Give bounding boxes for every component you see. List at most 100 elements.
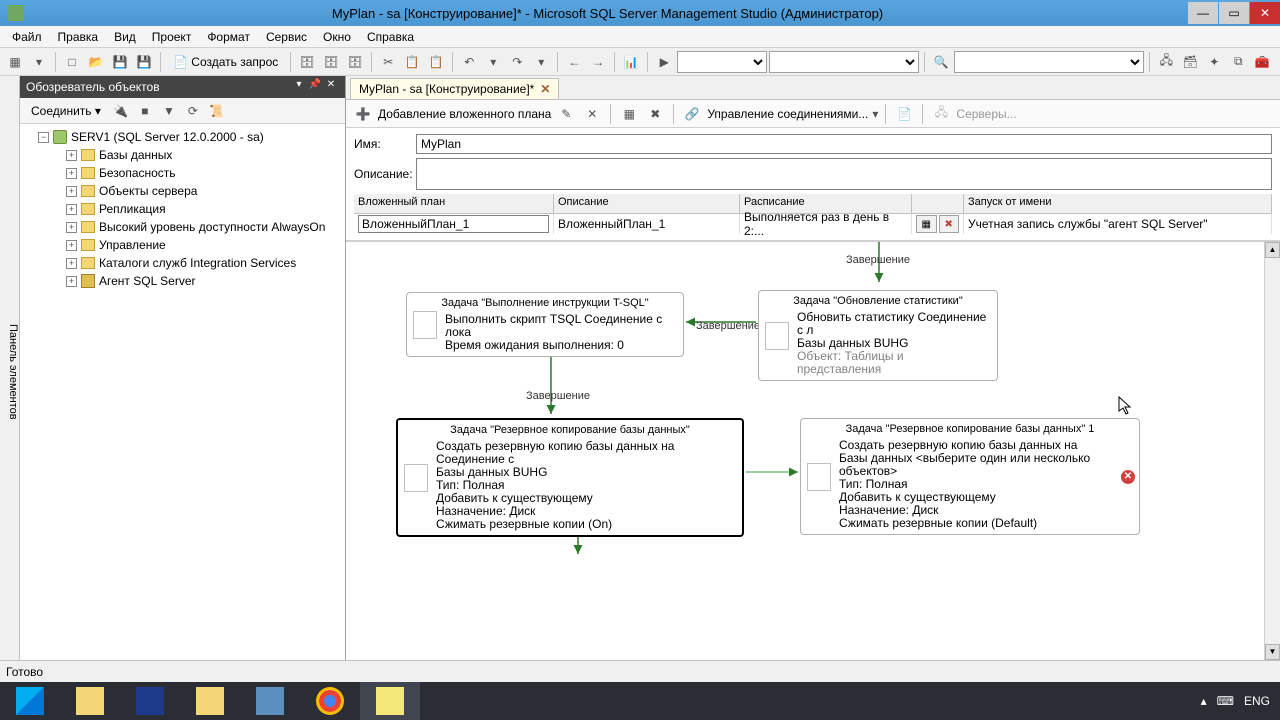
toolbox-button[interactable]: 🧰 xyxy=(1251,51,1273,73)
schedule-grid-button[interactable]: ▦ xyxy=(618,103,640,125)
tray-up-icon[interactable]: ▴ xyxy=(1201,694,1207,708)
disconnect-button[interactable]: 🔌 xyxy=(110,100,132,122)
servers-label[interactable]: Серверы... xyxy=(956,107,1016,121)
nav-fwd-button[interactable]: → xyxy=(587,51,609,73)
logging-button[interactable]: 📄 xyxy=(893,103,915,125)
tree-security[interactable]: +Безопасность xyxy=(22,164,343,182)
task-powershell[interactable] xyxy=(120,682,180,720)
redo-button[interactable]: ↷ xyxy=(506,51,528,73)
close-button[interactable]: ✕ xyxy=(1250,2,1280,24)
dmx-query-button[interactable]: 🗄 xyxy=(344,51,366,73)
nav-back-button[interactable]: ← xyxy=(563,51,585,73)
db-engine-query-button[interactable]: 🗄 xyxy=(296,51,318,73)
tree-server-objects[interactable]: +Объекты сервера xyxy=(22,182,343,200)
mdx-query-button[interactable]: 🗄 xyxy=(320,51,342,73)
scroll-down-icon[interactable]: ▼ xyxy=(1265,644,1280,660)
filter-button[interactable]: ▼ xyxy=(158,100,180,122)
menu-format[interactable]: Формат xyxy=(199,28,258,46)
panel-pin-icon[interactable]: 📌 xyxy=(307,79,323,95)
connections-label[interactable]: Управление соединениями... xyxy=(707,107,868,121)
task-chrome[interactable] xyxy=(300,682,360,720)
dropdown-icon[interactable]: ▾ xyxy=(28,51,50,73)
connections-dd-icon[interactable]: ▾ xyxy=(872,107,878,121)
explorer-tree[interactable]: −SERV1 (SQL Server 12.0.2000 - sa) +Базы… xyxy=(20,124,345,660)
paste-button[interactable]: 📋 xyxy=(425,51,447,73)
add-subplan-icon[interactable]: ➕ xyxy=(352,103,374,125)
connect-button[interactable]: Соединить ▾ xyxy=(24,100,108,122)
refresh-button[interactable]: ⟳ xyxy=(182,100,204,122)
undo-dd-icon[interactable]: ▾ xyxy=(482,51,504,73)
start-button[interactable] xyxy=(0,682,60,720)
tray[interactable]: ▴ ⌨ ENG xyxy=(1191,694,1280,708)
tree-management[interactable]: +Управление xyxy=(22,236,343,254)
find-button[interactable]: 🔍 xyxy=(930,51,952,73)
stop-button[interactable]: ■ xyxy=(134,100,156,122)
redo-dd-icon[interactable]: ▾ xyxy=(530,51,552,73)
schedule-delete-button[interactable]: ✖ xyxy=(939,215,960,233)
cut-button[interactable]: ✂ xyxy=(377,51,399,73)
new-project-button[interactable]: ▦ xyxy=(4,51,26,73)
config-select[interactable] xyxy=(677,51,767,73)
minimize-button[interactable]: — xyxy=(1188,2,1218,24)
designer-canvas[interactable]: Завершение Завершение Завершение Задача … xyxy=(346,241,1280,660)
tree-server[interactable]: −SERV1 (SQL Server 12.0.2000 - sa) xyxy=(22,128,343,146)
toolbox-panel-tab[interactable]: Панель элементов xyxy=(0,76,20,660)
menu-edit[interactable]: Правка xyxy=(50,28,107,46)
undo-button[interactable]: ↶ xyxy=(458,51,480,73)
task-folder[interactable] xyxy=(180,682,240,720)
task-backup1[interactable]: ✕ Задача "Резервное копирование базы дан… xyxy=(800,418,1140,535)
schedule-edit-button[interactable]: ▦ xyxy=(916,215,937,233)
menu-tools[interactable]: Сервис xyxy=(258,28,315,46)
add-subplan-label[interactable]: Добавление вложенного плана xyxy=(378,107,551,121)
maximize-button[interactable]: ▭ xyxy=(1219,2,1249,24)
saveall-button[interactable]: 💾 xyxy=(133,51,155,73)
menu-view[interactable]: Вид xyxy=(106,28,144,46)
new-item-button[interactable]: □ xyxy=(61,51,83,73)
task-explorer[interactable] xyxy=(60,682,120,720)
row-name-input[interactable] xyxy=(358,215,549,233)
subplan-row[interactable]: ВложенныйПлан_1 Выполняется раз в день в… xyxy=(354,214,1272,234)
menu-help[interactable]: Справка xyxy=(359,28,422,46)
tray-lang[interactable]: ENG xyxy=(1244,694,1270,708)
save-button[interactable]: 💾 xyxy=(109,51,131,73)
desc-input[interactable] xyxy=(416,158,1272,190)
edit-subplan-button[interactable]: ✎ xyxy=(555,103,577,125)
task-ssms[interactable] xyxy=(360,682,420,720)
task-backup[interactable]: Задача "Резервное копирование базы данны… xyxy=(396,418,744,537)
task-server-manager[interactable] xyxy=(240,682,300,720)
object-explorer-button[interactable]: 🗃 xyxy=(1179,51,1201,73)
activity-button[interactable]: 📊 xyxy=(620,51,642,73)
panel-close-icon[interactable]: ✕ xyxy=(323,79,339,95)
name-input[interactable] xyxy=(416,134,1272,154)
tray-keyboard-icon[interactable]: ⌨ xyxy=(1217,694,1234,708)
execute-button[interactable]: ▶ xyxy=(653,51,675,73)
script-button[interactable]: 📜 xyxy=(206,100,228,122)
panel-dropdown-icon[interactable]: ▾ xyxy=(291,79,307,95)
connections-icon[interactable]: 🔗 xyxy=(681,103,703,125)
find-select[interactable] xyxy=(954,51,1144,73)
tree-replication[interactable]: +Репликация xyxy=(22,200,343,218)
servers-icon[interactable]: 🖧 xyxy=(930,103,952,125)
schedule-remove-button[interactable]: ✖ xyxy=(644,103,666,125)
task-stats[interactable]: Задача "Обновление статистики" Обновить … xyxy=(758,290,998,381)
new-query-button[interactable]: 📄 Создать запрос xyxy=(166,51,285,73)
delete-subplan-button[interactable]: ✕ xyxy=(581,103,603,125)
open-button[interactable]: 📂 xyxy=(85,51,107,73)
tree-agent[interactable]: +Агент SQL Server xyxy=(22,272,343,290)
menu-window[interactable]: Окно xyxy=(315,28,359,46)
tree-integration[interactable]: +Каталоги служб Integration Services xyxy=(22,254,343,272)
copy-button[interactable]: 📋 xyxy=(401,51,423,73)
tree-alwayson[interactable]: +Высокий уровень доступности AlwaysOn xyxy=(22,218,343,236)
template-button[interactable]: ✦ xyxy=(1203,51,1225,73)
tree-databases[interactable]: +Базы данных xyxy=(22,146,343,164)
registered-servers-button[interactable]: 🖧 xyxy=(1155,51,1177,73)
task-tsql[interactable]: Задача "Выполнение инструкции T-SQL" Вып… xyxy=(406,292,684,357)
scroll-up-icon[interactable]: ▲ xyxy=(1265,242,1280,258)
document-tab[interactable]: MyPlan - sa [Конструирование]* ✕ xyxy=(350,78,559,99)
properties-button[interactable]: ⧉ xyxy=(1227,51,1249,73)
platform-select[interactable] xyxy=(769,51,919,73)
menu-project[interactable]: Проект xyxy=(144,28,200,46)
tab-close-icon[interactable]: ✕ xyxy=(540,82,550,96)
menu-file[interactable]: Файл xyxy=(4,28,50,46)
canvas-scrollbar[interactable]: ▲ ▼ xyxy=(1264,242,1280,660)
